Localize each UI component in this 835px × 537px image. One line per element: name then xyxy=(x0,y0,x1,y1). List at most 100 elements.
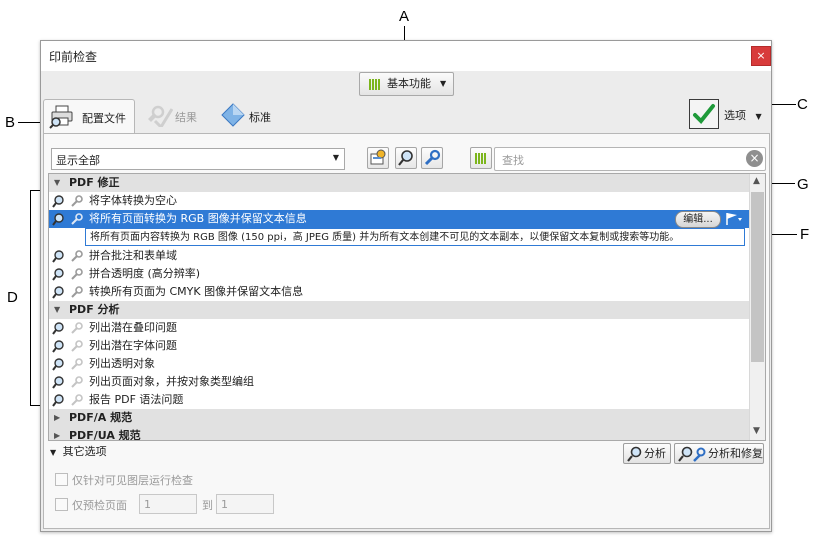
collapse-triangle-icon[interactable]: ▶ xyxy=(54,409,60,427)
options-menu[interactable]: 选项 ▼ xyxy=(724,107,762,123)
edit-profiles-button[interactable] xyxy=(367,147,389,169)
group-pdfa[interactable]: ▶ PDF/A 规范 xyxy=(49,409,749,427)
callout-g: G xyxy=(797,176,809,193)
magnifier-icon xyxy=(52,286,64,299)
find-button[interactable] xyxy=(395,147,417,169)
checkmark-icon xyxy=(693,104,715,124)
basic-function-dropdown[interactable]: 基本功能 ▼ xyxy=(359,72,454,96)
analyze-and-fix-button[interactable]: 分析和修复 xyxy=(674,443,764,464)
group-label: PDF/A 规范 xyxy=(69,411,133,424)
page-to-field[interactable]: 1 xyxy=(216,494,274,514)
wrench-icon xyxy=(71,268,83,280)
scroll-thumb[interactable] xyxy=(751,192,764,362)
chevron-down-icon: ▼ xyxy=(50,448,57,457)
wrench-icon xyxy=(71,195,83,207)
chevron-down-icon: ▼ xyxy=(332,153,339,162)
fixups-button[interactable] xyxy=(421,147,443,169)
expand-triangle-icon[interactable]: ▼ xyxy=(54,301,60,319)
selected-item-description: 将所有页面内容转换为 RGB 图像 (150 ppi，高 JPEG 质量) 并为… xyxy=(85,228,745,246)
magnifier-icon xyxy=(398,150,413,166)
scroll-down-icon[interactable]: ▼ xyxy=(753,426,760,436)
list-item[interactable]: 列出潜在字体问题 xyxy=(49,337,749,355)
tab-profiles-label: 配置文件 xyxy=(82,112,126,125)
single-checks-button[interactable] xyxy=(470,147,492,169)
tab-results-label: 结果 xyxy=(175,111,197,124)
wrench-icon xyxy=(71,340,83,352)
wrench-icon xyxy=(71,250,83,262)
edit-button[interactable]: 编辑... xyxy=(675,211,721,228)
wrench-icon xyxy=(424,149,441,166)
item-label: 列出透明对象 xyxy=(89,357,155,370)
list-item[interactable]: 转换所有页面为 CMYK 图像并保留文本信息 xyxy=(49,283,749,301)
verify-checkmark-button[interactable] xyxy=(689,99,719,129)
list-item[interactable]: 拼合透明度 (高分辨率) xyxy=(49,265,749,283)
item-label: 将所有页面转换为 RGB 图像并保留文本信息 xyxy=(89,212,307,225)
profiles-tree[interactable]: ▼ PDF 修正 将字体转换为空心 将所有页面转换为 RGB 图像并保留文本信息… xyxy=(48,173,766,441)
group-label: PDF 修正 xyxy=(69,176,120,189)
group-pdf-analysis[interactable]: ▼ PDF 分析 xyxy=(49,301,749,319)
list-item[interactable]: 列出透明对象 xyxy=(49,355,749,373)
tab-standards[interactable]: 标准 xyxy=(219,99,279,133)
group-pdf-fixes[interactable]: ▼ PDF 修正 xyxy=(49,174,749,192)
chevron-down-icon: ▼ xyxy=(440,79,447,88)
wrench-icon xyxy=(71,394,83,406)
magnifier-icon xyxy=(52,376,64,389)
clear-search-icon[interactable]: × xyxy=(746,150,763,167)
callout-b: B xyxy=(5,114,16,131)
analyze-label: 分析 xyxy=(644,447,666,460)
search-field[interactable]: 查找 × xyxy=(494,147,766,171)
magnifier-icon xyxy=(52,195,64,208)
basic-function-label: 基本功能 xyxy=(387,77,431,90)
page-range-checkbox[interactable] xyxy=(55,498,68,511)
title-bar: 印前检查 × xyxy=(41,41,771,71)
magnifier-icon xyxy=(52,340,64,353)
tab-profiles[interactable]: 配置文件 xyxy=(43,99,135,134)
callout-c: C xyxy=(797,96,808,113)
analyze-button[interactable]: 分析 xyxy=(623,443,671,464)
chevron-down-icon: ▼ xyxy=(755,112,762,121)
item-label: 拼合批注和表单域 xyxy=(89,249,177,262)
wrench-icon xyxy=(71,358,83,370)
profiles-panel: 显示全部 ▼ 查找 × ▼ PDF 修正 将字体转换为空心 将所有页面转换为 R… xyxy=(43,133,770,529)
filter-dropdown[interactable]: 显示全部 ▼ xyxy=(51,148,345,170)
tab-results[interactable]: 结果 xyxy=(143,99,203,133)
tab-standards-label: 标准 xyxy=(249,111,271,124)
magnifier-icon xyxy=(52,358,64,371)
list-item-selected[interactable]: 将所有页面转换为 RGB 图像并保留文本信息 编辑... xyxy=(49,210,749,228)
wrench-icon xyxy=(71,286,83,298)
more-options-toggle[interactable]: ▼ 其它选项 xyxy=(50,443,107,459)
scroll-up-icon[interactable]: ▲ xyxy=(753,176,760,186)
list-item[interactable]: 报告 PDF 语法问题 xyxy=(49,391,749,409)
vertical-scrollbar[interactable]: ▲ ▼ xyxy=(749,174,765,440)
group-pdfua[interactable]: ▶ PDF/UA 规范 xyxy=(49,427,749,441)
group-label: PDF/UA 规范 xyxy=(69,429,141,441)
list-item[interactable]: 列出页面对象，并按对象类型编组 xyxy=(49,373,749,391)
page-to-label: 到 xyxy=(202,499,213,512)
collapse-triangle-icon[interactable]: ▶ xyxy=(54,427,60,440)
list-item[interactable]: 将字体转换为空心 xyxy=(49,192,749,210)
magnifier-icon xyxy=(52,213,64,226)
callout-a: A xyxy=(399,8,410,25)
diamond-icon xyxy=(221,103,245,127)
close-button[interactable]: × xyxy=(751,46,771,66)
wrench-icon xyxy=(71,213,83,225)
filter-selected: 显示全部 xyxy=(56,154,100,167)
page-from-field[interactable]: 1 xyxy=(139,494,197,514)
description-text: 将所有页面内容转换为 RGB 图像 (150 ppi，高 JPEG 质量) 并为… xyxy=(90,232,680,243)
window-title: 印前检查 xyxy=(49,50,98,64)
magnifier-icon xyxy=(52,322,64,335)
visible-layers-checkbox[interactable] xyxy=(55,473,68,486)
magnifier-icon xyxy=(52,268,64,281)
page-range-label: 仅预检页面 xyxy=(72,499,127,512)
search-placeholder: 查找 xyxy=(502,154,524,167)
magnifier-icon xyxy=(52,394,64,407)
list-item[interactable]: 列出潜在叠印问题 xyxy=(49,319,749,337)
flag-icon[interactable] xyxy=(725,212,743,226)
list-item[interactable]: 拼合批注和表单域 xyxy=(49,247,749,265)
magnifier-icon xyxy=(52,250,64,263)
item-label: 报告 PDF 语法问题 xyxy=(89,393,184,406)
callout-d: D xyxy=(7,289,18,306)
expand-triangle-icon[interactable]: ▼ xyxy=(54,174,60,192)
profile-edit-icon xyxy=(370,149,386,165)
group-label: PDF 分析 xyxy=(69,303,120,316)
